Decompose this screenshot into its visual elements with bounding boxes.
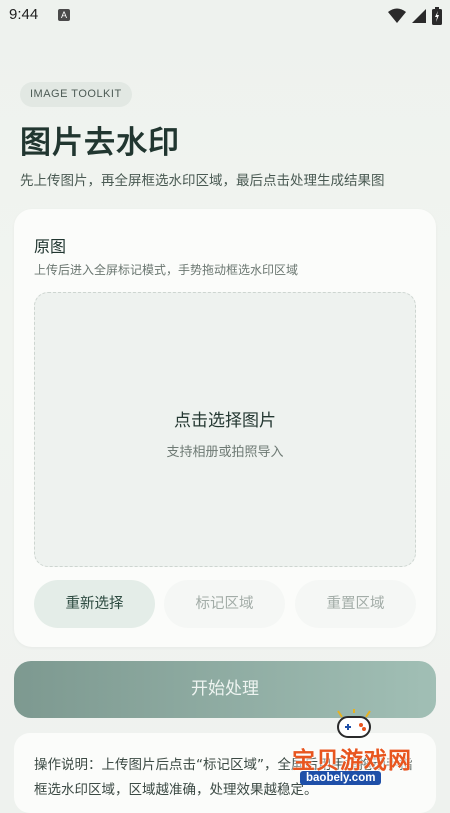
image-upload-dropzone[interactable]: 点击选择图片 支持相册或拍照导入: [34, 292, 416, 567]
page-title: 图片去水印: [20, 125, 180, 161]
toolkit-badge: IMAGE TOOLKIT: [20, 82, 132, 107]
signal-icon: [412, 9, 426, 23]
notification-icon: A: [58, 9, 70, 21]
status-icons: [388, 6, 442, 26]
battery-icon: [432, 7, 442, 25]
card-hint: 上传后进入全屏标记模式，手势拖动框选水印区域: [34, 263, 299, 277]
card-actions: 重新选择 标记区域 重置区域: [34, 580, 416, 628]
gamepad-logo-icon: [337, 709, 371, 738]
reselect-button[interactable]: 重新选择: [34, 580, 155, 628]
status-time: 9:44: [9, 6, 39, 23]
site-watermark: 宝贝游戏网 baobely.com: [270, 705, 450, 800]
page-subtitle: 先上传图片，再全屏框选水印区域，最后点击处理生成结果图: [20, 173, 385, 189]
dropzone-sublabel: 支持相册或拍照导入: [166, 445, 284, 460]
reset-area-button[interactable]: 重置区域: [295, 580, 416, 628]
watermark-text: 宝贝游戏网: [292, 748, 412, 774]
dropzone-label: 点击选择图片: [174, 411, 276, 431]
wifi-icon: [388, 8, 406, 23]
status-bar: 9:44 A: [0, 0, 450, 32]
watermark-url: baobely.com: [300, 771, 382, 785]
original-image-card: 原图 上传后进入全屏标记模式，手势拖动框选水印区域 点击选择图片 支持相册或拍照…: [14, 209, 436, 647]
mark-area-button[interactable]: 标记区域: [164, 580, 285, 628]
card-title: 原图: [34, 237, 67, 256]
